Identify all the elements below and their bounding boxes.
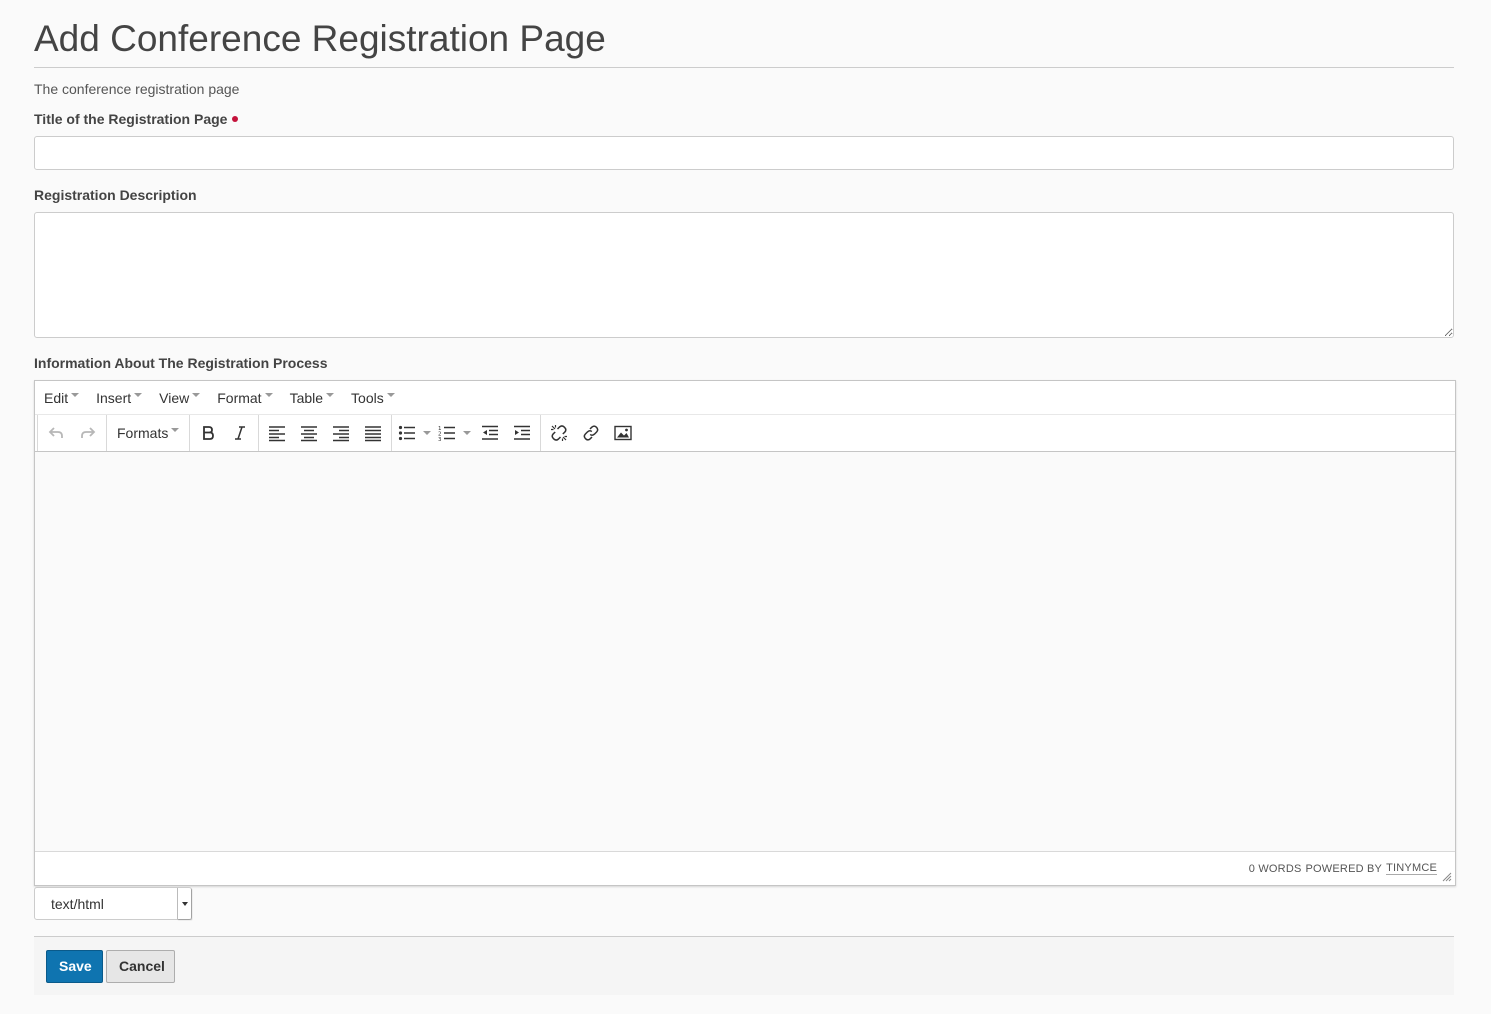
chevron-down-icon [264,392,273,397]
style-group [189,415,258,451]
editor-content-area[interactable] [35,452,1455,852]
link-icon [583,425,599,441]
menu-format[interactable]: Format [217,389,273,406]
align-center-button[interactable] [293,417,325,449]
bullet-list-button[interactable] [394,417,434,449]
menu-table-label: Table [289,389,324,406]
italic-icon [235,426,246,440]
caret-down-icon [181,901,188,906]
menu-tools[interactable]: Tools [351,390,395,406]
resize-handle-icon[interactable] [1442,872,1452,882]
indent-button[interactable] [506,417,538,449]
menu-table[interactable]: Table [289,389,335,406]
menu-tools-label: Tools [351,389,384,406]
unlink-icon [551,425,568,441]
save-button[interactable]: Save [46,949,103,983]
bold-button[interactable] [192,417,224,449]
rich-text-editor: Edit Insert View Format Table Tools Form… [34,380,1456,886]
outdent-icon [482,425,499,440]
align-left-icon [269,426,286,442]
align-group [258,415,391,451]
menu-edit[interactable]: Edit [44,389,80,406]
menu-insert-label: Insert [96,389,132,406]
chevron-down-icon [462,431,471,435]
info-label: Information About The Registration Proce… [34,355,328,371]
unlink-button[interactable] [543,417,575,449]
word-count: 0 words [1248,862,1302,875]
bullet-list-icon [398,425,415,441]
bold-icon [203,426,215,440]
outdent-button[interactable] [474,417,506,449]
formats-group: Formats [106,415,189,451]
svg-text:3: 3 [438,437,442,442]
title-label-text: Title of the Registration Page [34,111,228,127]
formats-label: Formats [117,425,169,441]
insert-link-button[interactable] [575,417,607,449]
undo-icon [48,427,63,438]
indent-icon [514,425,531,440]
editor-statusbar: 0 words Powered by TinyMCE [35,852,1455,885]
redo-icon [81,427,96,438]
history-group [37,415,106,451]
required-indicator-icon [232,116,239,123]
chevron-down-icon [386,392,395,397]
format-select-toggle[interactable] [177,888,191,919]
numbered-list-button[interactable]: 123 [434,417,474,449]
align-justify-button[interactable] [357,417,389,449]
align-right-icon [333,426,350,442]
undo-button[interactable] [40,417,72,449]
format-select-value: text/html [51,895,104,912]
chevron-down-icon [422,431,431,435]
menu-format-label: Format [217,389,262,406]
chevron-down-icon [326,392,335,397]
insert-image-button[interactable] [607,417,639,449]
formats-dropdown[interactable]: Formats [109,417,187,449]
numbered-list-icon: 123 [438,426,455,442]
image-icon [614,425,633,441]
format-select[interactable]: text/html [34,887,192,920]
link-group [540,415,641,451]
description-textarea[interactable] [34,212,1454,338]
tinymce-link[interactable]: TinyMCE [1386,862,1437,875]
redo-button[interactable] [72,417,104,449]
title-label: Title of the Registration Page [34,111,1454,127]
chevron-down-icon [192,392,201,397]
menu-insert[interactable]: Insert [96,389,143,406]
chevron-down-icon [134,392,143,397]
chevron-down-icon [71,392,80,397]
menu-edit-label: Edit [44,389,69,406]
editor-toolbar: Formats 1 2 3 [35,415,1455,452]
align-right-button[interactable] [325,417,357,449]
align-justify-icon [365,426,382,442]
form-actions: Save Cancel [34,937,1454,995]
page-description: The conference registration page [34,81,240,97]
menu-view[interactable]: View [159,389,201,406]
page-title: Add Conference Registration Page [34,0,1454,68]
align-center-icon [301,426,318,442]
title-input[interactable] [34,136,1454,170]
align-left-button[interactable] [261,417,293,449]
description-label: Registration Description [34,187,197,203]
powered-by-text: Powered by [1305,862,1383,875]
italic-button[interactable] [224,417,256,449]
menu-view-label: View [159,389,190,406]
cancel-button[interactable]: Cancel [106,949,175,983]
list-group: 123 [391,415,540,451]
editor-menubar: Edit Insert View Format Table Tools [35,381,1455,415]
chevron-down-icon [171,428,180,432]
page-container: Add Conference Registration Page The con… [34,0,1456,995]
